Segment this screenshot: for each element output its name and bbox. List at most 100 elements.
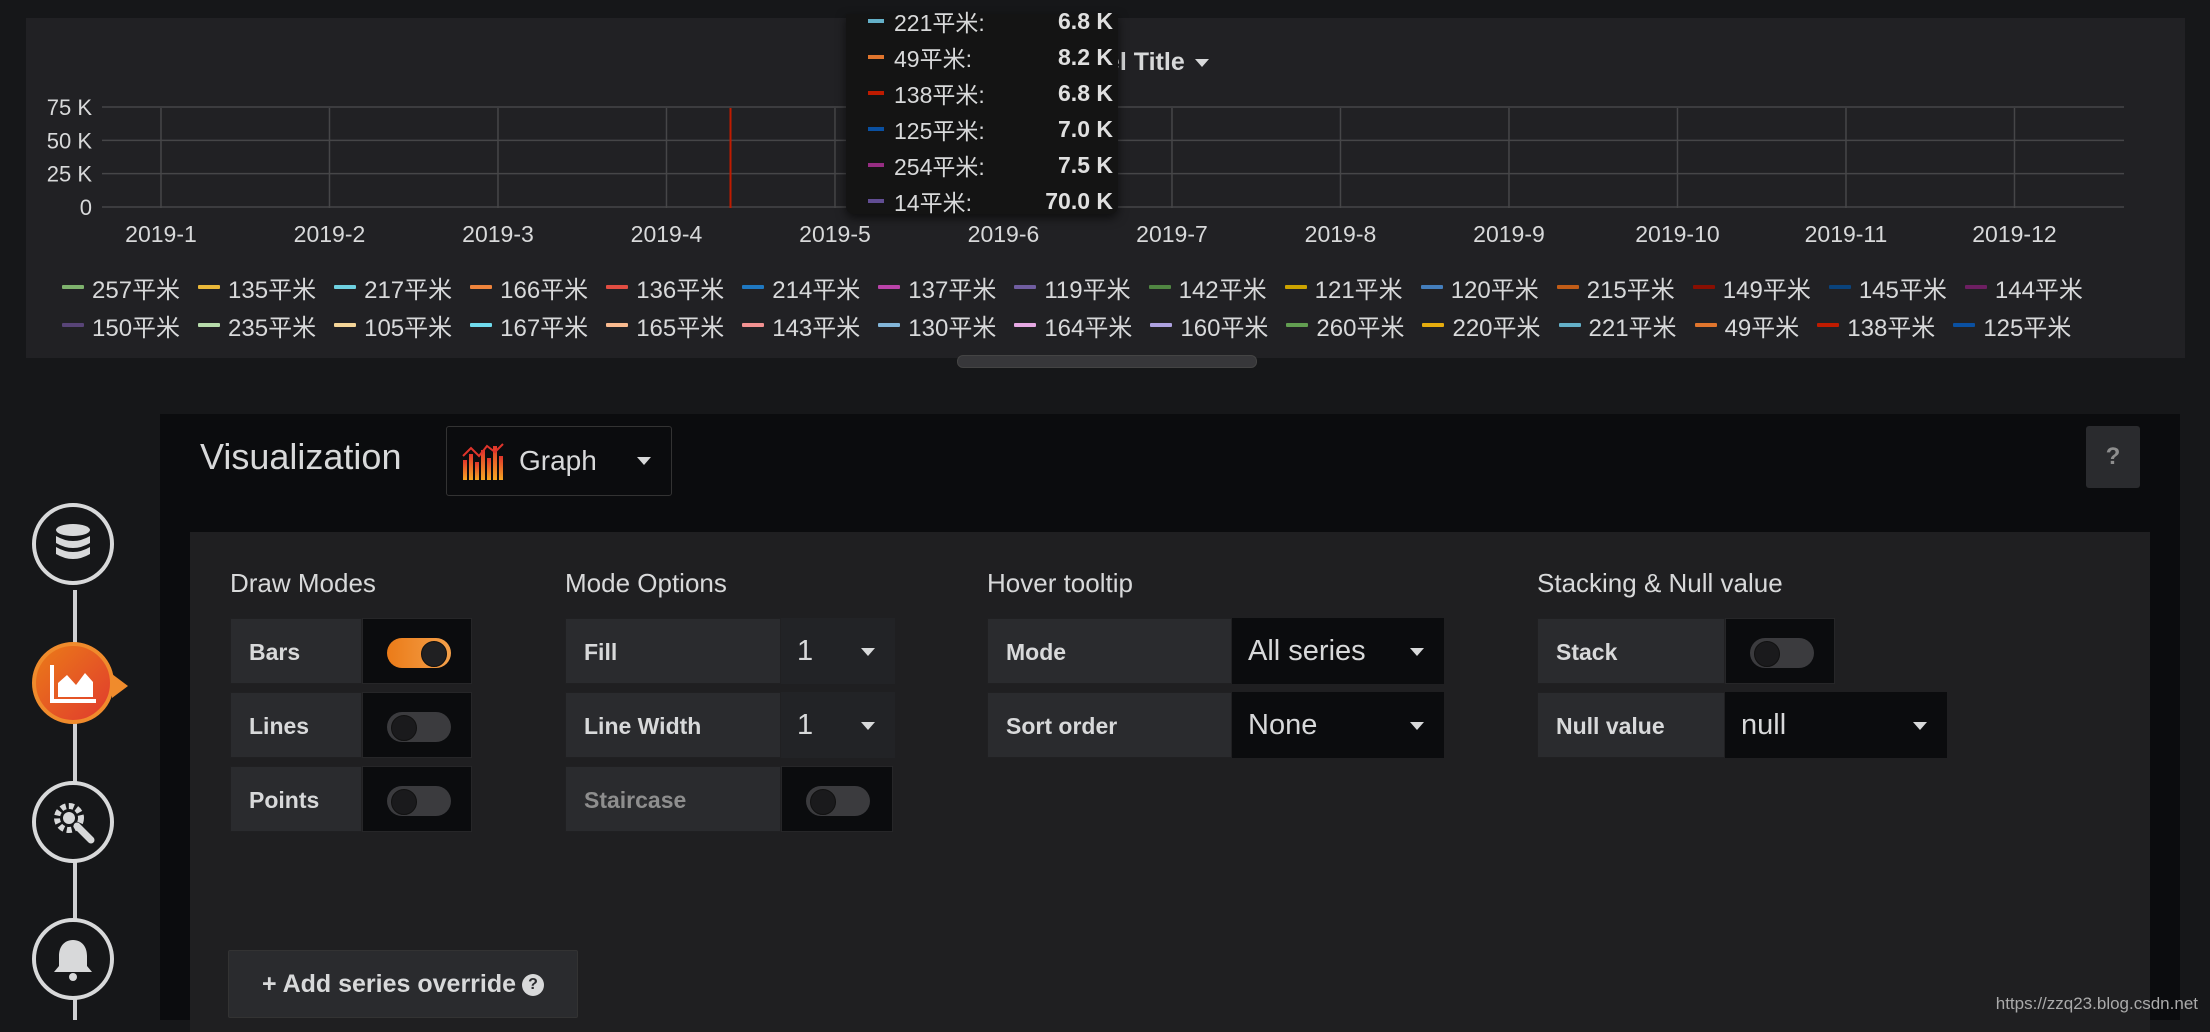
legend-label[interactable]: 137平米: [908, 270, 996, 305]
legend-item[interactable]: 167平米: [470, 308, 588, 343]
legend-swatch: [878, 285, 900, 289]
tooltip-mode-select[interactable]: All series: [1232, 618, 1444, 684]
legend-item[interactable]: 49平米: [1695, 308, 1800, 343]
legend-item[interactable]: 145平米: [1829, 270, 1947, 305]
step-alert[interactable]: [32, 918, 114, 1000]
legend-label[interactable]: 217平米: [364, 270, 452, 305]
legend-item[interactable]: 235平米: [198, 308, 316, 343]
legend-label[interactable]: 260平米: [1316, 308, 1404, 343]
bars-toggle[interactable]: [387, 638, 451, 668]
legend-label[interactable]: 136平米: [636, 270, 724, 305]
lines-toggle[interactable]: [387, 712, 451, 742]
legend-item[interactable]: 119平米: [1014, 270, 1130, 305]
legend-item[interactable]: 130平米: [878, 308, 996, 343]
legend-label[interactable]: 160平米: [1180, 308, 1268, 343]
legend-item[interactable]: 160平米: [1150, 308, 1268, 343]
points-toggle[interactable]: [387, 786, 451, 816]
legend-label[interactable]: 119平米: [1044, 270, 1130, 305]
legend-label[interactable]: 138平米: [1847, 308, 1935, 343]
legend-item[interactable]: 217平米: [334, 270, 452, 305]
legend-item[interactable]: 121平米: [1285, 270, 1403, 305]
legend-item[interactable]: 144平米: [1965, 270, 2083, 305]
legend-item[interactable]: 105平米: [334, 308, 452, 343]
legend-label[interactable]: 144平米: [1995, 270, 2083, 305]
add-series-override-button[interactable]: + Add series override?: [228, 950, 578, 1018]
legend-item[interactable]: 136平米: [606, 270, 724, 305]
legend-label[interactable]: 167平米: [500, 308, 588, 343]
legend-label[interactable]: 143平米: [772, 308, 860, 343]
legend-label[interactable]: 164平米: [1044, 308, 1132, 343]
line-width-select[interactable]: 1: [781, 692, 895, 758]
legend-item[interactable]: 138平米: [1817, 308, 1935, 343]
visualization-picker-label[interactable]: Graph: [519, 445, 597, 477]
legend-item[interactable]: 166平米: [470, 270, 588, 305]
legend-label[interactable]: 215平米: [1587, 270, 1675, 305]
legend-item[interactable]: 150平米: [62, 308, 180, 343]
legend-item[interactable]: 214平米: [742, 270, 860, 305]
null-value-value[interactable]: null: [1741, 709, 1786, 741]
legend-item[interactable]: 220平米: [1422, 308, 1540, 343]
legend-item[interactable]: 143平米: [742, 308, 860, 343]
visualization-picker[interactable]: Graph: [446, 426, 672, 496]
panel-title[interactable]: el Title: [1106, 48, 1209, 77]
line-width-value[interactable]: 1: [797, 709, 813, 741]
legend-item[interactable]: 215平米: [1557, 270, 1675, 305]
toggle-knob: [421, 641, 447, 667]
chevron-down-icon[interactable]: [861, 648, 875, 656]
sort-order-select[interactable]: None: [1232, 692, 1444, 758]
null-value-label: Null value: [1537, 692, 1725, 758]
chevron-down-icon[interactable]: [1913, 722, 1927, 730]
legend-label[interactable]: 125平米: [1983, 308, 2071, 343]
legend-label[interactable]: 149平米: [1723, 270, 1811, 305]
legend-item[interactable]: 135平米: [198, 270, 316, 305]
legend-label[interactable]: 235平米: [228, 308, 316, 343]
legend-label[interactable]: 150平米: [92, 308, 180, 343]
staircase-toggle[interactable]: [806, 786, 870, 816]
chevron-down-icon[interactable]: [1410, 722, 1424, 730]
legend-item[interactable]: 120平米: [1421, 270, 1539, 305]
sort-order-value[interactable]: None: [1248, 709, 1317, 741]
legend-label[interactable]: 145平米: [1859, 270, 1947, 305]
step-general[interactable]: [32, 781, 114, 863]
legend-item[interactable]: 137平米: [878, 270, 996, 305]
tooltip-mode-value[interactable]: All series: [1248, 635, 1366, 667]
legend-label[interactable]: 214平米: [772, 270, 860, 305]
help-button[interactable]: ?: [2086, 426, 2140, 488]
chevron-down-icon[interactable]: [1410, 648, 1424, 656]
legend-item[interactable]: 221平米: [1559, 308, 1677, 343]
legend-item[interactable]: 164平米: [1014, 308, 1132, 343]
legend-label[interactable]: 130平米: [908, 308, 996, 343]
legend-label[interactable]: 121平米: [1315, 270, 1403, 305]
chevron-down-icon[interactable]: [637, 457, 651, 465]
tooltip-swatch: [868, 127, 884, 131]
legend-label[interactable]: 165平米: [636, 308, 724, 343]
chevron-down-icon[interactable]: [1195, 59, 1209, 67]
legend-item[interactable]: 257平米: [62, 270, 180, 305]
legend-label[interactable]: 166平米: [500, 270, 588, 305]
fill-value[interactable]: 1: [797, 635, 813, 667]
sort-order-row: Sort order None: [987, 692, 1444, 758]
add-series-override-label[interactable]: + Add series override: [262, 970, 516, 998]
fill-select[interactable]: 1: [781, 618, 895, 684]
legend-label[interactable]: 220平米: [1452, 308, 1540, 343]
null-value-select[interactable]: null: [1725, 692, 1947, 758]
legend-label[interactable]: 142平米: [1179, 270, 1267, 305]
stack-toggle[interactable]: [1750, 638, 1814, 668]
question-icon[interactable]: ?: [522, 974, 544, 996]
panel-resize-handle[interactable]: [957, 355, 1257, 368]
legend-label[interactable]: 120平米: [1451, 270, 1539, 305]
chevron-down-icon[interactable]: [861, 722, 875, 730]
legend-label[interactable]: 257平米: [92, 270, 180, 305]
step-queries[interactable]: [32, 503, 114, 585]
legend-label[interactable]: 135平米: [228, 270, 316, 305]
legend-label[interactable]: 49平米: [1725, 308, 1800, 343]
legend-item[interactable]: 260平米: [1286, 308, 1404, 343]
legend-item[interactable]: 149平米: [1693, 270, 1811, 305]
legend-item[interactable]: 142平米: [1149, 270, 1267, 305]
legend-label[interactable]: 105平米: [364, 308, 452, 343]
legend-item[interactable]: 125平米: [1953, 308, 2071, 343]
legend-item[interactable]: 165平米: [606, 308, 724, 343]
step-visualization[interactable]: [32, 642, 114, 724]
legend-label[interactable]: 221平米: [1589, 308, 1677, 343]
x-tick-label: 2019-7: [1136, 221, 1208, 247]
